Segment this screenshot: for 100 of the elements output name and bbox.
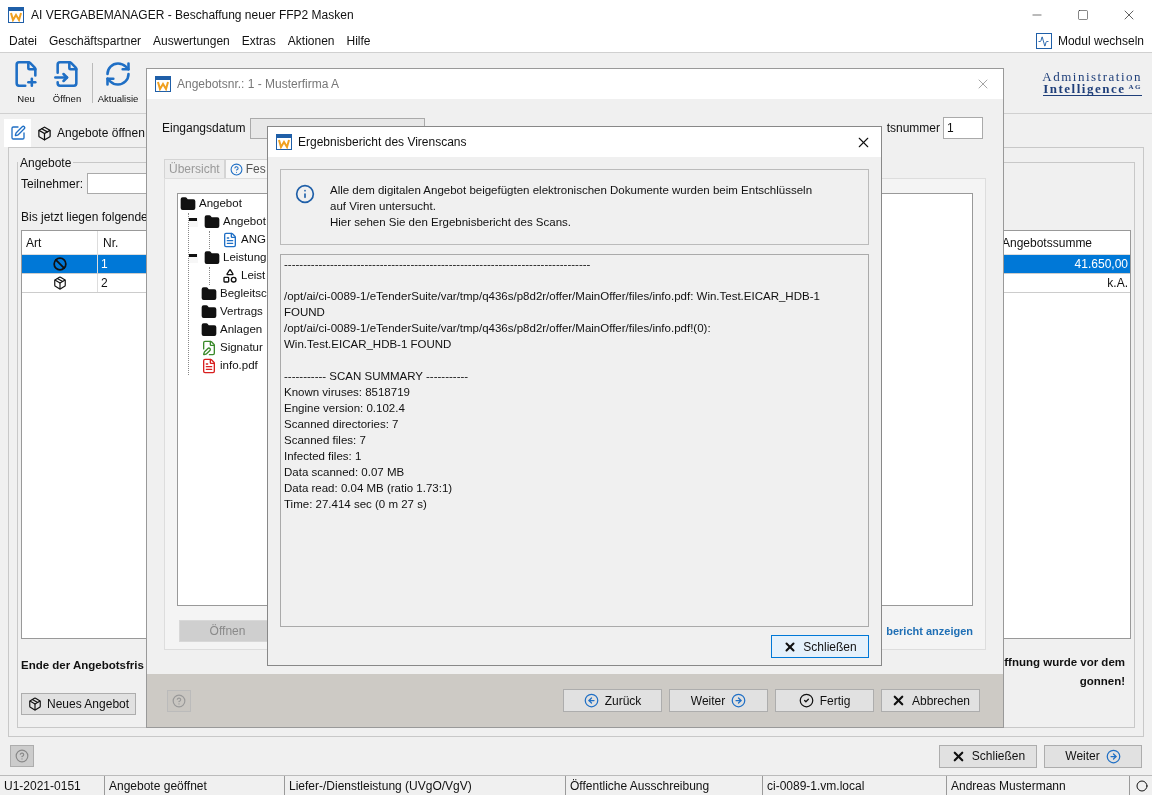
report-line: Win.Test.EICAR_HDB-1 FOUND xyxy=(284,337,452,352)
dialog-title: Angebotsnr.: 1 - Musterfirma A xyxy=(177,76,340,93)
close-icon xyxy=(783,639,798,654)
app-logo-icon xyxy=(276,134,292,150)
folder-icon xyxy=(204,250,220,266)
menu-item[interactable]: Hilfe xyxy=(340,32,377,50)
status-text: Angebote geöffnet xyxy=(105,776,285,795)
next-button[interactable]: Weiter xyxy=(1044,744,1142,768)
help-button[interactable] xyxy=(10,745,34,767)
status-text: Andreas Mustermann xyxy=(947,776,1130,795)
warning-text: gonnen! xyxy=(1079,674,1125,689)
report-line: ----------- SCAN SUMMARY ----------- xyxy=(284,369,469,384)
column-header[interactable]: Art xyxy=(22,231,98,254)
report-link[interactable]: bericht anzeigen xyxy=(886,622,973,640)
tree-item[interactable]: Signatur xyxy=(220,339,263,357)
finish-button[interactable]: Fertig xyxy=(775,689,874,712)
collapse-icon[interactable] xyxy=(189,253,198,263)
report-text-area[interactable] xyxy=(280,254,869,627)
edit-icon xyxy=(9,125,26,141)
menu-item[interactable]: Auswertungen xyxy=(147,32,236,50)
folder-icon xyxy=(201,286,217,302)
open-file-icon xyxy=(53,59,81,88)
tab-icon-area[interactable] xyxy=(4,119,31,147)
report-line: Known viruses: 8518719 xyxy=(284,385,410,400)
new-button[interactable]: Neu xyxy=(6,59,46,107)
folder-icon xyxy=(204,214,220,230)
deadline-note: Ende der Angebotsfris xyxy=(21,658,144,673)
close-button[interactable]: Schließen xyxy=(771,635,869,658)
info-icon xyxy=(295,184,315,204)
info-text: auf Viren untersucht. xyxy=(330,199,437,214)
tree-item[interactable]: Leistung xyxy=(223,249,267,267)
status-text: Liefer-/Dienstleistung (UVgO/VgV) xyxy=(285,776,566,795)
maximize-icon xyxy=(1077,9,1089,21)
report-line: Data scanned: 0.07 MB xyxy=(284,465,405,480)
offer-number-field[interactable]: 1 xyxy=(943,117,983,139)
info-text: Hier sehen Sie den Ergebnisbericht des Scans. xyxy=(330,215,572,230)
tree-item[interactable]: Vertrags xyxy=(220,303,263,321)
report-line: /opt/ai/ci-0089-1/eTenderSuite/var/tmp/q436s/p8d2r/offer/MainOffer/files/info.pdf!(0): xyxy=(284,321,711,336)
warning-text: ffnung wurde vor dem xyxy=(1004,655,1125,670)
status-text: Öffentliche Ausschreibung xyxy=(566,776,763,795)
report-line: /opt/ai/ci-0089-1/eTenderSuite/var/tmp/q436s/p8d2r/offer/MainOffer/files/info.pdf: Win.Test.EICAR_HDB-1 xyxy=(284,289,820,304)
folder-icon xyxy=(201,304,217,320)
refresh-button[interactable]: Aktualisie xyxy=(97,59,139,107)
offer-number-label: tsnummer xyxy=(886,120,940,137)
new-offer-button[interactable]: Neues Angebot xyxy=(21,693,137,715)
report-line: Time: 27.414 sec (0 m 27 s) xyxy=(284,497,427,512)
arrow-left-icon xyxy=(583,693,599,708)
collapse-icon[interactable] xyxy=(189,217,198,227)
help-icon xyxy=(15,749,29,763)
menu-item[interactable]: Aktionen xyxy=(281,32,341,50)
module-icon xyxy=(1035,33,1052,49)
table-cell-text: 1 xyxy=(101,256,108,273)
table-cell-text: k.A. xyxy=(1107,275,1129,292)
report-line: Data read: 0.04 MB (ratio 1.73:1) xyxy=(284,481,453,496)
document-icon xyxy=(222,232,238,248)
tree-item[interactable]: Leist xyxy=(241,267,266,285)
close-button[interactable]: Schließen xyxy=(939,744,1037,768)
tree-item[interactable]: Angebot xyxy=(223,213,266,231)
folder-icon xyxy=(180,196,196,212)
report-line: Scanned files: 7 xyxy=(284,433,366,448)
next-button[interactable]: Weiter xyxy=(669,689,768,712)
shapes-icon xyxy=(222,268,238,284)
menu-item[interactable]: Extras xyxy=(235,32,282,50)
package-icon xyxy=(37,125,52,141)
status-circle-icon xyxy=(1136,779,1148,792)
report-line: Infected files: 1 xyxy=(284,449,362,464)
menu-item[interactable]: Geschäftspartner xyxy=(43,32,148,50)
cancel-button[interactable]: Abbrechen xyxy=(881,689,980,712)
status-text: U1-2021-0151 xyxy=(0,776,105,795)
blocked-icon xyxy=(52,257,67,271)
column-header[interactable]: Angebotssumme xyxy=(1000,231,1130,254)
help-icon xyxy=(172,693,186,708)
back-button[interactable]: Zurück xyxy=(563,689,662,712)
tree-item[interactable]: Angebot xyxy=(199,195,242,213)
signed-document-icon xyxy=(201,340,217,356)
report-line: FOUND xyxy=(284,305,325,320)
arrow-right-icon xyxy=(1105,748,1121,764)
tree-item[interactable]: Begleitsc xyxy=(220,285,267,303)
pdf-file-icon xyxy=(201,358,217,374)
window-title: AI VERGABEMANAGER - Beschaffung neuer FFP2 Masken xyxy=(31,7,354,24)
module-switch-button[interactable]: Modul wechseln xyxy=(1035,32,1144,50)
tree-item[interactable]: ANG xyxy=(241,231,266,249)
package-icon xyxy=(52,276,67,290)
folder-icon xyxy=(201,322,217,338)
app-logo-icon xyxy=(155,76,171,92)
check-icon xyxy=(798,693,814,708)
open-button[interactable]: Öffnen xyxy=(46,59,88,107)
help-button[interactable] xyxy=(167,689,191,712)
report-line: Engine version: 0.102.4 xyxy=(284,401,405,416)
date-label: Eingangsdatum xyxy=(162,120,246,137)
table-cell-text: 41.650,00 xyxy=(1074,256,1129,273)
dialog-title: Ergebnisbericht des Virenscans xyxy=(298,134,467,151)
status-text: ci-0089-1.vm.local xyxy=(763,776,947,795)
menu-item[interactable]: Datei xyxy=(3,32,43,50)
tree-item[interactable]: info.pdf xyxy=(220,357,258,375)
package-icon xyxy=(28,697,42,711)
tree-item[interactable]: Anlagen xyxy=(220,321,263,339)
arrow-right-icon xyxy=(731,693,747,708)
intro-text: Bis jetzt liegen folgende xyxy=(21,209,148,226)
refresh-icon xyxy=(104,59,132,88)
